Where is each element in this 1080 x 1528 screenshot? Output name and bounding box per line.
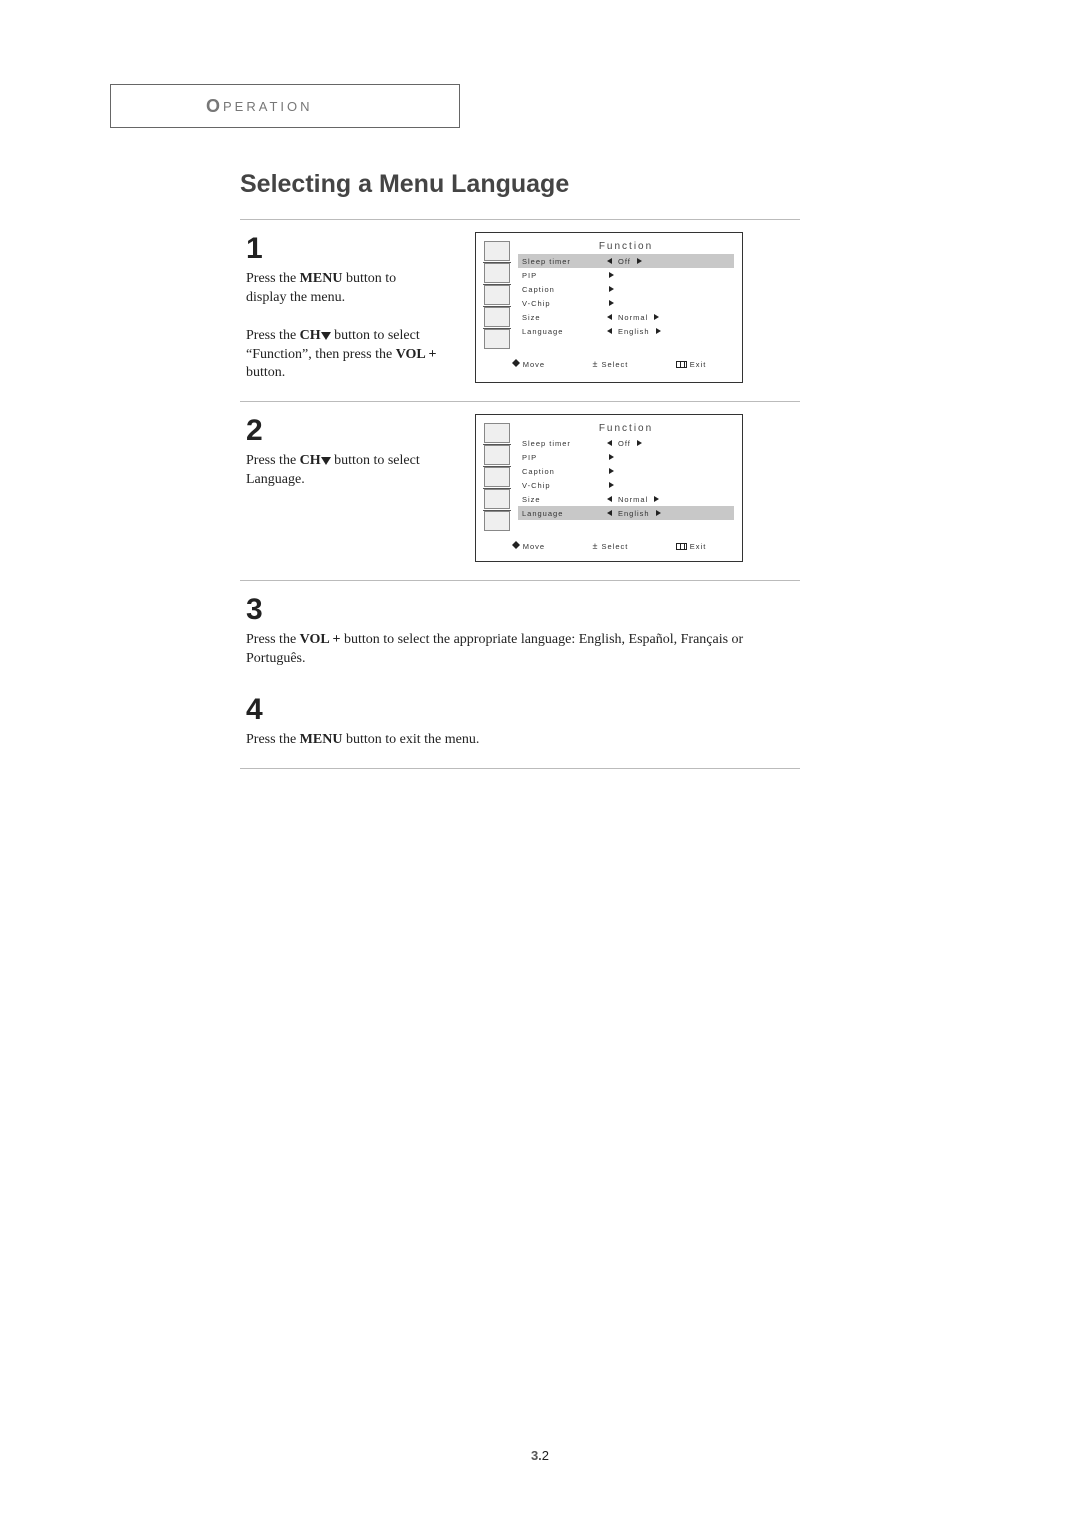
arrow-left-icon (607, 440, 612, 446)
osd-label: Language (522, 509, 607, 518)
osd-label: Sleep timer (522, 439, 607, 448)
osd-title: Function (518, 423, 734, 434)
osd-footer: Move± Select Exit (484, 541, 734, 551)
osd-label: V-Chip (522, 481, 607, 490)
osd-row: PIP (518, 450, 734, 464)
osd-label: Caption (522, 467, 607, 476)
osd-label: PIP (522, 453, 607, 462)
osd-row: Caption (518, 464, 734, 478)
step-number: 1 (246, 232, 440, 266)
osd-row: Sleep timer Off (518, 436, 734, 450)
osd-row: V-Chip (518, 296, 734, 310)
osd-category-icon (484, 445, 510, 465)
arrow-right-icon (656, 328, 661, 334)
osd-screenshot-step1: Function Sleep timer Off PIP Caption V-Chip Si… (475, 232, 743, 383)
arrow-left-icon (607, 328, 612, 334)
chevron-down-icon (321, 332, 331, 340)
arrow-right-icon (609, 286, 614, 292)
step-body: Press the VOL + button to select the app… (246, 631, 800, 669)
osd-category-icon (484, 285, 510, 305)
osd-row: V-Chip (518, 478, 734, 492)
arrow-right-icon (609, 300, 614, 306)
osd-label: V-Chip (522, 299, 607, 308)
plusminus-icon: ± (592, 359, 598, 369)
osd-screenshot-step2: Function Sleep timer Off PIP Caption V-Chip Si… (475, 414, 743, 562)
osd-category-icon (484, 329, 510, 349)
step-number: 4 (246, 693, 800, 727)
arrow-left-icon (607, 314, 612, 320)
arrow-right-icon (609, 272, 614, 278)
osd-title: Function (518, 241, 734, 252)
step-number: 2 (246, 414, 440, 448)
osd-value: Normal (618, 313, 648, 322)
step-body: Press the CH button to select Language. (246, 452, 440, 490)
osd-row: Sleep timer Off (518, 254, 734, 268)
arrow-left-icon (607, 496, 612, 502)
osd-row: Caption (518, 282, 734, 296)
osd-value: Normal (618, 495, 648, 504)
osd-row: Size Normal (518, 492, 734, 506)
osd-label: Caption (522, 285, 607, 294)
osd-category-icon (484, 241, 510, 261)
osd-value: English (618, 509, 650, 518)
osd-label: Size (522, 495, 607, 504)
arrow-right-icon (609, 468, 614, 474)
arrow-right-icon (654, 496, 659, 502)
move-icon (512, 359, 520, 367)
step-number: 3 (246, 593, 800, 627)
osd-category-icon (484, 489, 510, 509)
step-1: 1 Press the MENU button to display the m… (240, 220, 800, 401)
step-2: 2 Press the CH button to select Language… (240, 402, 800, 580)
arrow-right-icon (656, 510, 661, 516)
move-icon (512, 541, 520, 549)
osd-label: PIP (522, 271, 607, 280)
step-3: 3 Press the VOL + button to select the a… (240, 581, 800, 687)
osd-icon-column (484, 241, 512, 349)
chevron-down-icon (321, 457, 331, 465)
osd-value: Off (618, 257, 631, 266)
section-header-first: O (206, 96, 223, 117)
osd-row: Language English (518, 506, 734, 520)
osd-category-icon (484, 263, 510, 283)
arrow-right-icon (654, 314, 659, 320)
arrow-right-icon (609, 482, 614, 488)
section-header-rest: peration (223, 99, 313, 114)
arrow-right-icon (609, 454, 614, 460)
plusminus-icon: ± (592, 541, 598, 551)
osd-row: PIP (518, 268, 734, 282)
divider (240, 768, 800, 769)
arrow-left-icon (607, 510, 612, 516)
osd-category-icon (484, 423, 510, 443)
page-title: Selecting a Menu Language (240, 170, 800, 199)
osd-label: Language (522, 327, 607, 336)
exit-icon (676, 543, 687, 550)
page-number: 3.2 (0, 1448, 1080, 1463)
arrow-right-icon (637, 440, 642, 446)
osd-row: Language English (518, 324, 734, 338)
arrow-left-icon (607, 258, 612, 264)
step-body: Press the MENU button to exit the menu. (246, 731, 800, 750)
osd-category-icon (484, 511, 510, 531)
osd-category-icon (484, 467, 510, 487)
osd-value: Off (618, 439, 631, 448)
arrow-right-icon (637, 258, 642, 264)
osd-footer: Move± Select Exit (484, 359, 734, 369)
osd-label: Size (522, 313, 607, 322)
exit-icon (676, 361, 687, 368)
osd-row: Size Normal (518, 310, 734, 324)
step-4: 4 Press the MENU button to exit the menu… (240, 687, 800, 768)
section-header: Operation (110, 84, 460, 128)
osd-value: English (618, 327, 650, 336)
step-body: Press the MENU button to display the men… (246, 270, 440, 383)
osd-icon-column (484, 423, 512, 531)
osd-category-icon (484, 307, 510, 327)
osd-label: Sleep timer (522, 257, 607, 266)
